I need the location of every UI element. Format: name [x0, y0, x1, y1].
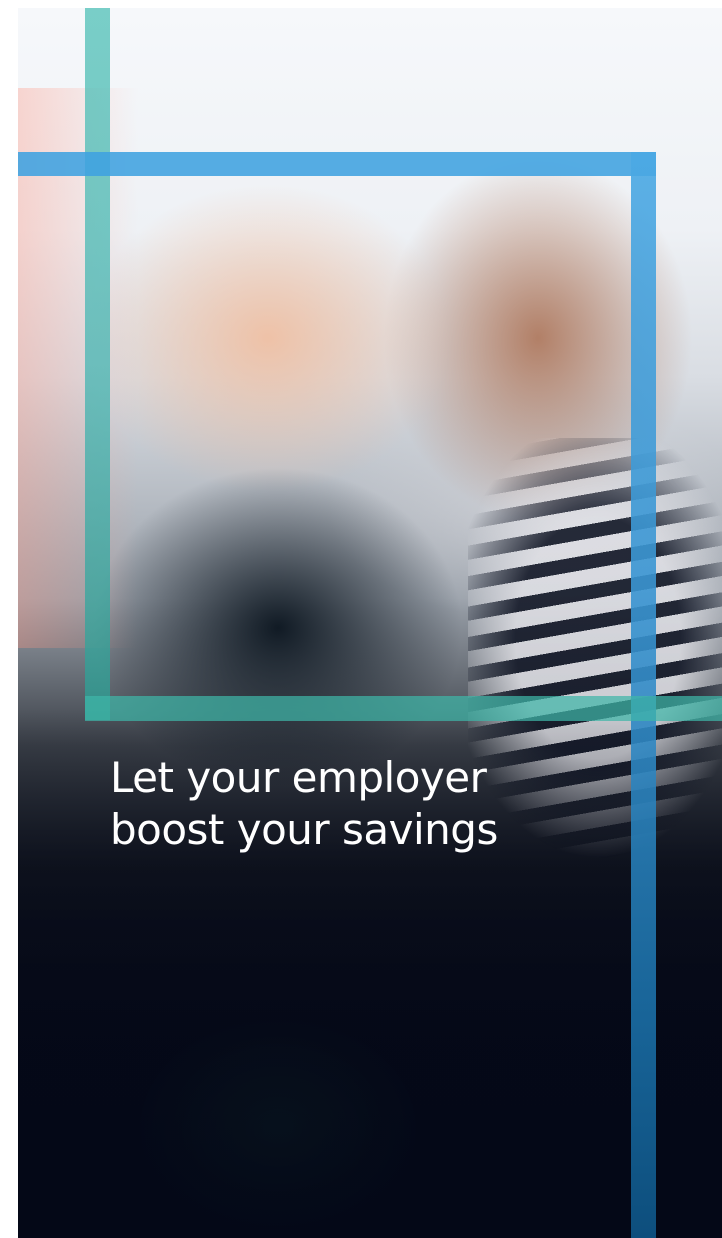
teal-vertical-bar: [85, 8, 110, 720]
blue-horizontal-bar: [18, 152, 656, 176]
teal-horizontal-bar: [85, 696, 722, 721]
blue-vertical-bar: [631, 152, 656, 1238]
hero-page: Let your employer boost your savings: [0, 0, 722, 1238]
hero-photo: [18, 8, 722, 1238]
headline: Let your employer boost your savings: [110, 752, 630, 856]
headline-line-1: Let your employer: [110, 753, 487, 802]
headline-line-2: boost your savings: [110, 805, 498, 854]
